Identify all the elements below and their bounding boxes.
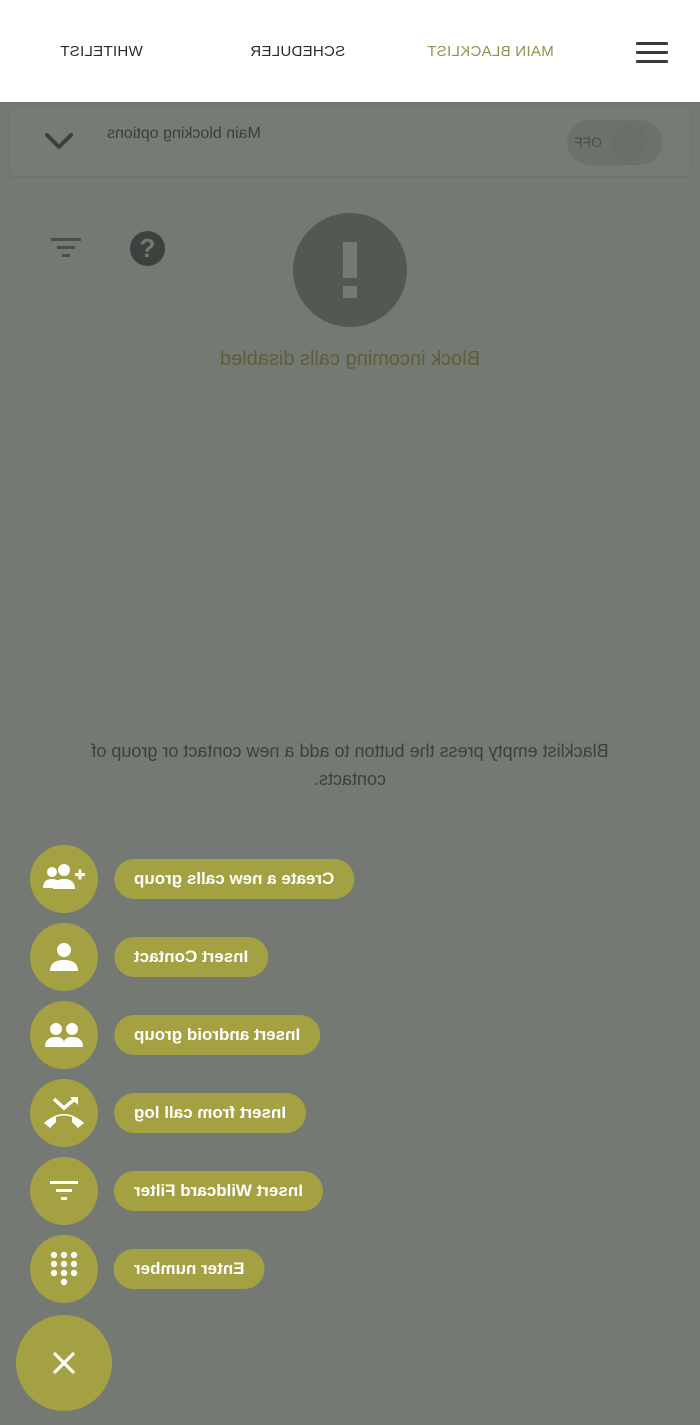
- app-bar: WHITELIST SCHEDULER MAIN BLACKLIST: [0, 0, 700, 102]
- fab-insert-call-log[interactable]: Insert from call log: [0, 1079, 700, 1149]
- fab-label[interactable]: Enter number: [114, 1249, 265, 1289]
- blocking-options-label: Main blocking options: [107, 125, 261, 142]
- fab-label[interactable]: Create a new calls group: [114, 859, 355, 899]
- menu-icon[interactable]: [632, 38, 672, 70]
- fab-insert-contact[interactable]: Insert Contact: [0, 923, 700, 993]
- empty-list-message: Blacklist empty press the button to add …: [91, 741, 609, 789]
- fab-close-button[interactable]: [16, 1315, 112, 1411]
- call-missed-icon[interactable]: [30, 1079, 98, 1147]
- fab-label[interactable]: Insert from call log: [114, 1093, 307, 1133]
- person-icon[interactable]: [30, 923, 98, 991]
- filter-icon[interactable]: [48, 232, 84, 264]
- fab-label[interactable]: Insert android group: [114, 1015, 321, 1055]
- fab-enter-number[interactable]: Enter number: [0, 1235, 700, 1305]
- warning-icon-dot: [343, 286, 357, 298]
- dialpad-icon[interactable]: [30, 1235, 98, 1303]
- tab-whitelist[interactable]: WHITELIST: [60, 43, 143, 65]
- fab-insert-android-group[interactable]: Insert android group: [0, 1001, 700, 1071]
- toggle-knob: [611, 125, 647, 161]
- filter-icon[interactable]: [30, 1157, 98, 1225]
- fab-label[interactable]: Insert Wildcard Filter: [114, 1171, 323, 1211]
- warning-icon-bar: [343, 242, 357, 278]
- fab-insert-wildcard-filter[interactable]: Insert Wildcard Filter: [0, 1157, 700, 1227]
- people-icon[interactable]: [30, 1001, 98, 1069]
- tab-main-blacklist[interactable]: MAIN BLACKLIST: [427, 43, 554, 65]
- help-icon[interactable]: ?: [130, 231, 165, 266]
- fab-label[interactable]: Insert Contact: [114, 937, 269, 977]
- toggle-state-text: OFF: [574, 134, 602, 150]
- tab-scheduler[interactable]: SCHEDULER: [250, 43, 345, 65]
- chevron-down-icon[interactable]: [42, 124, 76, 158]
- group-add-icon[interactable]: [30, 845, 98, 913]
- close-icon: [53, 1352, 75, 1374]
- block-disabled-text: Block incoming calls disabled: [219, 348, 481, 370]
- fab-create-group[interactable]: Create a new calls group: [0, 845, 700, 915]
